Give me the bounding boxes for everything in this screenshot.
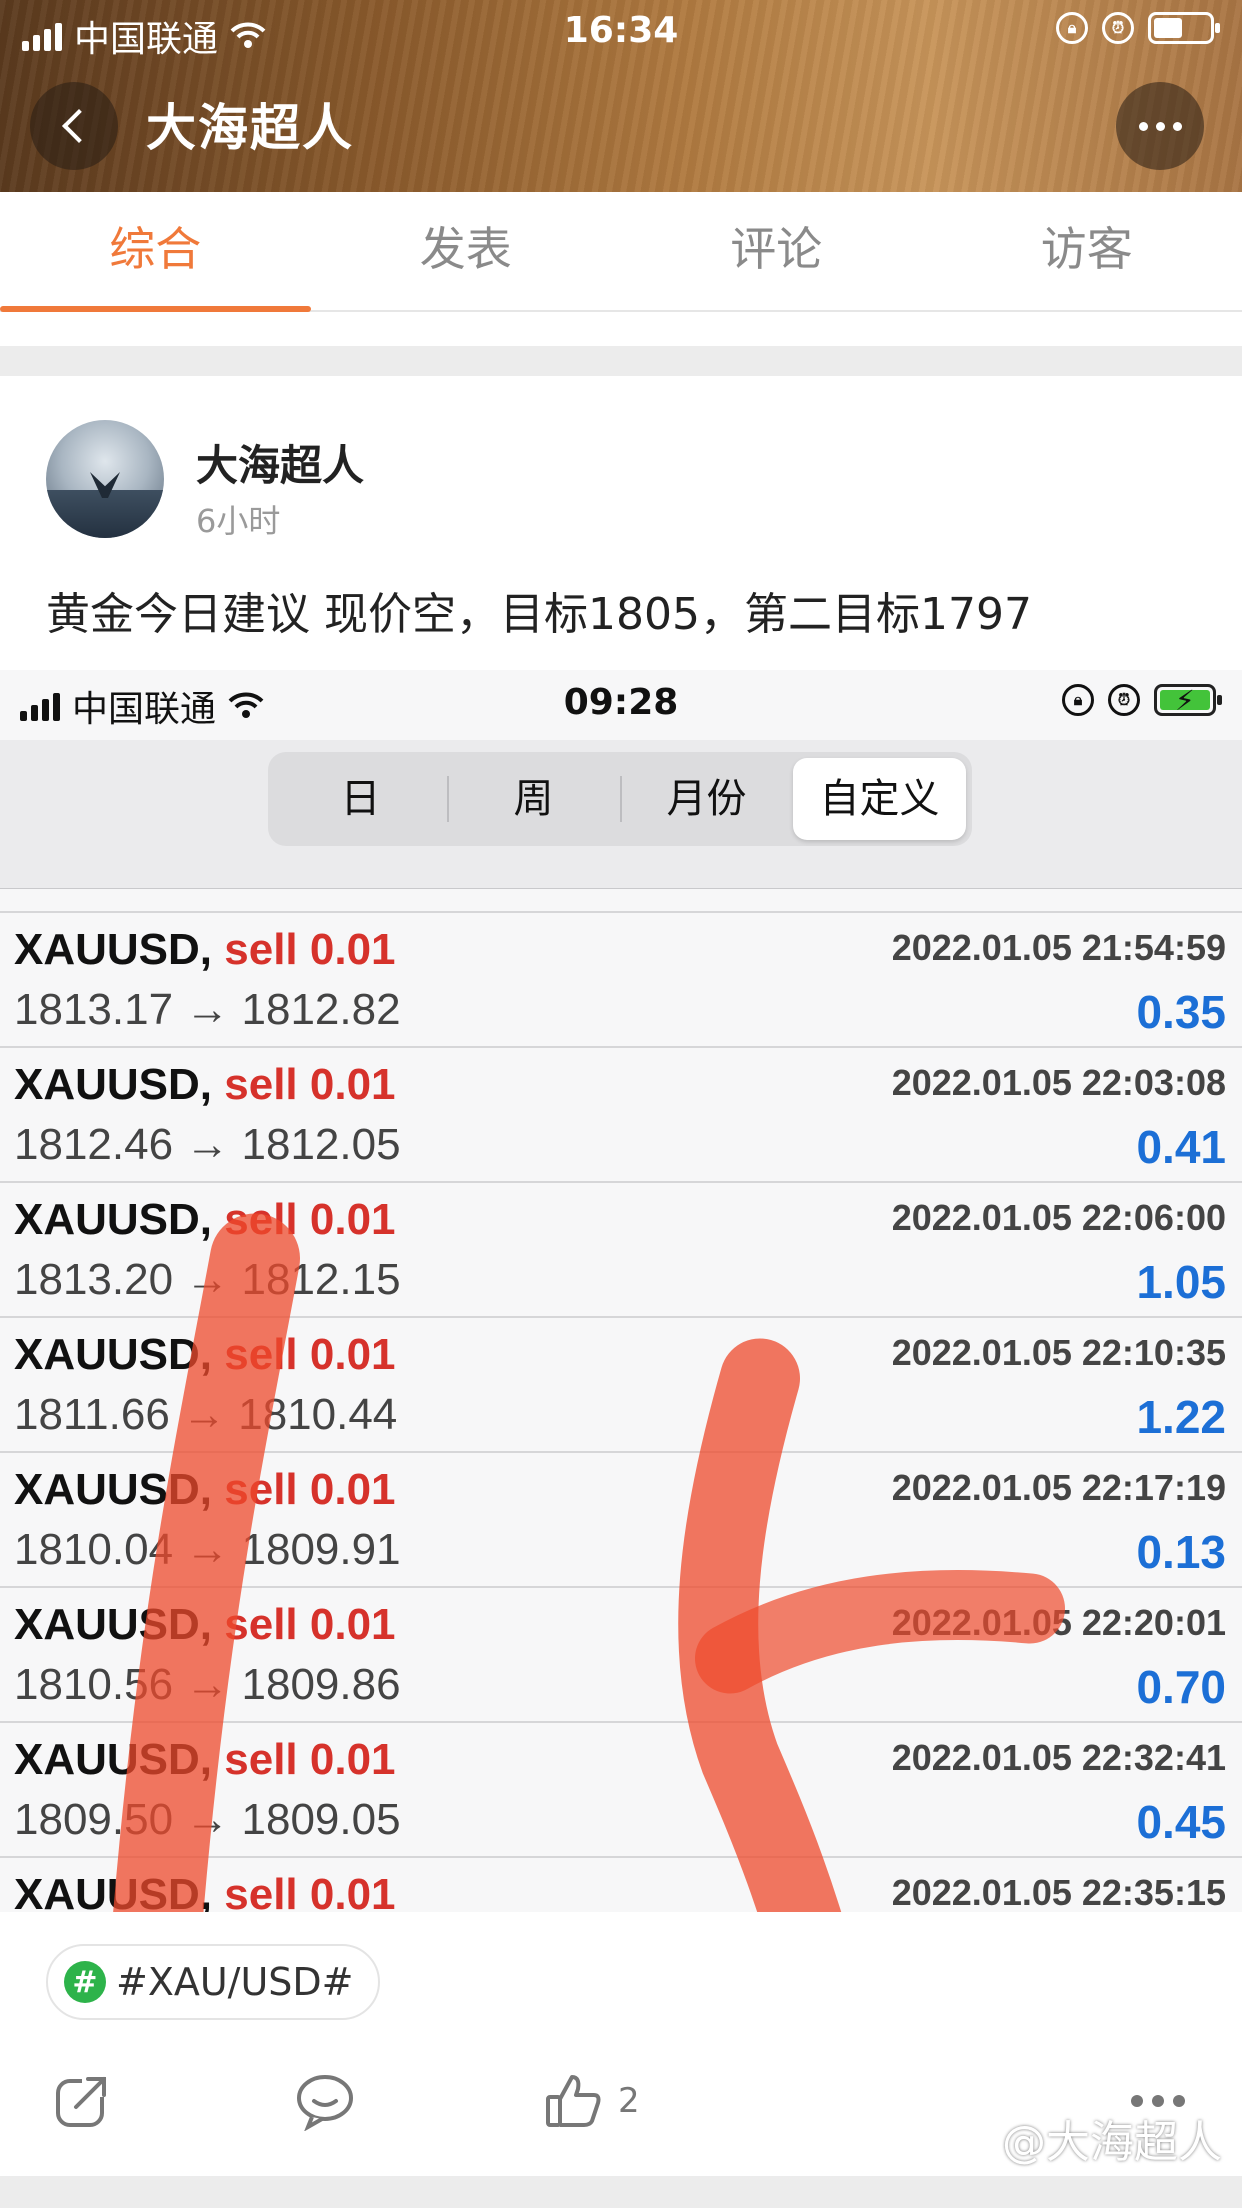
- trade-row[interactable]: XAUUSD, sell 0.01 2022.01.05 22:20:01 1810…: [0, 1588, 1242, 1723]
- trade-profit: 1.22: [1136, 1391, 1226, 1443]
- symbol-label: XAUUSD,: [14, 1465, 213, 1514]
- trade-prices: 1810.56 → 1809.86: [14, 1660, 401, 1709]
- trade-row[interactable]: XAUUSD, sell 0.01 2022.01.05 22:03:08 1812…: [0, 1048, 1242, 1183]
- trade-list: XAUUSD, sell 0.01 2022.01.05 21:54:59 1813…: [0, 889, 1242, 1912]
- topic-tag-label: #XAU/USD#: [116, 1960, 354, 2004]
- trade-row[interactable]: XAUUSD, sell 0.01 2022.01.05 22:10:35 1811…: [0, 1318, 1242, 1453]
- trade-datetime: 2022.01.05 22:20:01: [891, 1602, 1226, 1643]
- trade-symbol: XAUUSD, sell 0.01: [14, 1330, 396, 1380]
- trade-prices: 1813.17 → 1812.82: [14, 985, 401, 1034]
- trade-row[interactable]: XAUUSD, sell 0.01 2022.01.05 22:06:00 1813…: [0, 1183, 1242, 1318]
- trade-prices: 1810.04 → 1809.91: [14, 1525, 401, 1574]
- embedded-status-time: 09:28: [563, 682, 679, 723]
- tab-posts[interactable]: 发表: [311, 192, 622, 310]
- more-options-button[interactable]: [1116, 82, 1204, 170]
- segment-custom[interactable]: 自定义: [793, 758, 966, 840]
- trade-side: sell 0.01: [224, 925, 396, 974]
- share-button[interactable]: [52, 2066, 112, 2136]
- trade-profit: 1.05: [1136, 1256, 1226, 1308]
- trade-side: sell 0.01: [224, 1330, 396, 1379]
- post-time: 6小时: [196, 502, 281, 540]
- trade-datetime: 2022.01.05 21:54:59: [891, 927, 1226, 968]
- trade-prices: 1813.20 → 1812.15: [14, 1255, 401, 1304]
- trade-symbol: XAUUSD, sell 0.01: [14, 1600, 396, 1650]
- trade-datetime: 2022.01.05 22:06:00: [891, 1197, 1226, 1238]
- like-count: 2: [618, 2081, 640, 2121]
- section-divider: [0, 2176, 1242, 2208]
- segment-month[interactable]: 月份: [620, 758, 793, 840]
- trade-row[interactable]: XAUUSD, sell 0.01 2022.01.05 21:54:59 1813…: [0, 913, 1242, 1048]
- trade-side: sell 0.01: [224, 1870, 396, 1912]
- symbol-label: XAUUSD,: [14, 1600, 213, 1649]
- trade-symbol: XAUUSD, sell 0.01: [14, 1060, 396, 1110]
- trade-profit: 0.13: [1136, 1526, 1226, 1578]
- status-bar: 中国联通 16:34 🔒︎ ⏰︎: [0, 0, 1242, 64]
- trade-datetime: 2022.01.05 22:17:19: [891, 1467, 1226, 1508]
- hashtag-icon: #: [64, 1961, 106, 2003]
- trade-side: sell 0.01: [224, 1600, 396, 1649]
- segment-day[interactable]: 日: [274, 758, 447, 840]
- trade-datetime: 2022.01.05 22:32:41: [891, 1737, 1226, 1778]
- trade-profit: 0.35: [1136, 986, 1226, 1038]
- share-icon: [56, 2073, 110, 2127]
- symbol-label: XAUUSD,: [14, 1060, 213, 1109]
- thumbs-up-icon: [546, 2075, 601, 2127]
- trade-symbol: XAUUSD, sell 0.01: [14, 1465, 396, 1515]
- post-text: 黄金今日建议 现价空，目标1805，第二目标1797: [46, 589, 1032, 640]
- clipped-row: [0, 889, 1242, 913]
- tab-comments[interactable]: 评论: [621, 192, 932, 310]
- trade-prices: 1812.46 → 1812.05: [14, 1120, 401, 1169]
- back-chevron-icon: [62, 109, 96, 143]
- trade-symbol: XAUUSD, sell 0.01: [14, 1195, 396, 1245]
- trade-profit: 0.70: [1136, 1661, 1226, 1713]
- symbol-label: XAUUSD,: [14, 1870, 213, 1912]
- page-title: 大海超人: [146, 99, 354, 157]
- tab-bar: 综合 发表 评论 访客: [0, 192, 1242, 312]
- post-image[interactable]: 中国联通 09:28 🔒︎ ⏰︎ ⚡︎ 日 周 月份 自定义 XAUUSD, s…: [0, 670, 1242, 1912]
- section-divider: [0, 346, 1242, 376]
- trade-row[interactable]: XAUUSD, sell 0.01 2022.01.05 22:35:15: [0, 1858, 1242, 1912]
- topic-tag[interactable]: # #XAU/USD#: [46, 1944, 380, 2020]
- watermark: @大海超人: [1002, 2117, 1222, 2168]
- trade-symbol: XAUUSD, sell 0.01: [14, 925, 396, 975]
- period-segmented-control: 日 周 月份 自定义: [268, 752, 972, 846]
- trade-side: sell 0.01: [224, 1465, 396, 1514]
- trade-symbol: XAUUSD, sell 0.01: [14, 1870, 396, 1912]
- rotation-lock-icon: 🔒︎: [1056, 12, 1088, 44]
- alarm-icon: ⏰︎: [1102, 12, 1134, 44]
- battery-icon: [1148, 12, 1220, 44]
- symbol-label: XAUUSD,: [14, 1330, 213, 1379]
- symbol-label: XAUUSD,: [14, 1735, 213, 1784]
- tab-visitors[interactable]: 访客: [932, 192, 1242, 310]
- alarm-icon: ⏰︎: [1108, 684, 1140, 716]
- trade-prices: 1811.66 → 1810.44: [14, 1390, 398, 1439]
- embedded-status-bar: 中国联通 09:28 🔒︎ ⏰︎ ⚡︎: [0, 670, 1242, 740]
- like-button[interactable]: 2: [544, 2066, 640, 2136]
- trade-side: sell 0.01: [224, 1060, 396, 1109]
- comment-icon: [297, 2075, 353, 2131]
- profile-header: 中国联通 16:34 🔒︎ ⏰︎ 大海超人: [0, 0, 1242, 192]
- battery-charging-icon: ⚡︎: [1154, 684, 1222, 717]
- symbol-label: XAUUSD,: [14, 1195, 213, 1244]
- trade-datetime: 2022.01.05 22:03:08: [891, 1062, 1226, 1103]
- tab-overview[interactable]: 综合: [0, 192, 311, 312]
- rotation-lock-icon: 🔒︎: [1062, 684, 1094, 716]
- symbol-label: XAUUSD,: [14, 925, 213, 974]
- trade-row[interactable]: XAUUSD, sell 0.01 2022.01.05 22:17:19 1810…: [0, 1453, 1242, 1588]
- trade-prices: 1809.50 → 1809.05: [14, 1795, 401, 1844]
- segment-week[interactable]: 周: [447, 758, 620, 840]
- post-author[interactable]: 大海超人: [196, 432, 364, 493]
- comment-button[interactable]: [294, 2066, 356, 2136]
- trade-side: sell 0.01: [224, 1735, 396, 1784]
- trade-symbol: XAUUSD, sell 0.01: [14, 1735, 396, 1785]
- trade-profit: 0.41: [1136, 1121, 1226, 1173]
- trade-datetime: 2022.01.05 22:35:15: [891, 1872, 1226, 1912]
- trade-profit: 0.45: [1136, 1796, 1226, 1848]
- back-button[interactable]: [30, 82, 118, 170]
- trade-side: sell 0.01: [224, 1195, 396, 1244]
- avatar[interactable]: [46, 420, 164, 538]
- trade-datetime: 2022.01.05 22:10:35: [891, 1332, 1226, 1373]
- trade-row[interactable]: XAUUSD, sell 0.01 2022.01.05 22:32:41 1809…: [0, 1723, 1242, 1858]
